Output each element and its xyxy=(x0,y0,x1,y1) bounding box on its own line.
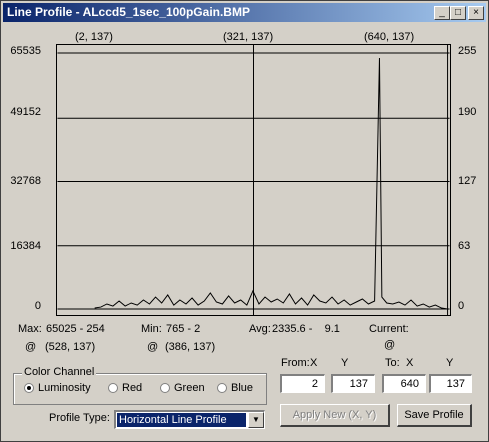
right-tick-label: 0 xyxy=(458,300,465,312)
profile-plot[interactable] xyxy=(56,44,451,316)
radio-green[interactable]: Green xyxy=(160,382,205,394)
current-at: @ xyxy=(384,339,396,351)
close-button[interactable]: × xyxy=(468,6,484,20)
right-tick-label: 190 xyxy=(458,106,477,118)
avg-label: Avg: xyxy=(249,323,271,335)
right-tick-label: 63 xyxy=(458,240,471,252)
to-y-label: Y xyxy=(446,357,454,369)
min-position: (386, 137) xyxy=(165,341,216,353)
from-label: From: xyxy=(281,357,310,369)
min-value: 765 - 2 xyxy=(166,323,201,335)
max-at: @ xyxy=(25,341,37,353)
current-label: Current: xyxy=(369,323,409,335)
left-tick-label: 0 xyxy=(34,300,41,312)
max-value: 65025 - 254 xyxy=(46,323,105,335)
min-label: Min: xyxy=(141,323,162,335)
top-label-mid: (321, 137) xyxy=(223,31,274,43)
minimize-button[interactable]: _ xyxy=(434,6,450,20)
maximize-button[interactable]: □ xyxy=(450,6,466,20)
radio-luminosity[interactable]: Luminosity xyxy=(24,382,91,394)
color-channel-title: Color Channel xyxy=(22,366,97,378)
apply-new-xy-button[interactable]: Apply New (X, Y) xyxy=(280,404,390,427)
color-channel-group: Color Channel Luminosity Red Green Blue xyxy=(13,366,267,405)
radio-blue-indicator[interactable] xyxy=(217,383,227,393)
top-label-end: (640, 137) xyxy=(364,31,415,43)
profile-series-line xyxy=(94,57,448,310)
from-y-input[interactable]: 137 xyxy=(331,374,375,393)
to-x-label: X xyxy=(406,357,414,369)
radio-red[interactable]: Red xyxy=(108,382,142,394)
radio-red-label: Red xyxy=(122,382,143,394)
avg-value: 2335.6 - 9.1 xyxy=(272,323,340,335)
left-tick-label: 49152 xyxy=(10,106,41,118)
max-position: (528, 137) xyxy=(45,341,96,353)
from-y-label: Y xyxy=(341,357,349,369)
radio-luminosity-indicator[interactable] xyxy=(24,383,34,393)
radio-blue-label: Blue xyxy=(231,382,254,394)
max-label: Max: xyxy=(18,323,42,335)
radio-green-label: Green xyxy=(174,382,205,394)
window-title: Line Profile - ALccd5_1sec_100pGain.BMP xyxy=(7,5,250,19)
left-tick-label: 65535 xyxy=(10,45,41,57)
right-tick-label: 127 xyxy=(458,175,477,187)
left-tick-label: 32768 xyxy=(10,175,41,187)
to-x-input[interactable]: 640 xyxy=(382,374,426,393)
radio-green-indicator[interactable] xyxy=(160,383,170,393)
profile-type-select[interactable]: Horizontal Line Profile ▼ xyxy=(114,410,265,429)
line-profile-window: Line Profile - ALccd5_1sec_100pGain.BMP … xyxy=(0,0,489,442)
title-bar[interactable]: Line Profile - ALccd5_1sec_100pGain.BMP … xyxy=(3,3,486,22)
right-tick-label: 255 xyxy=(458,45,477,57)
radio-blue[interactable]: Blue xyxy=(217,382,253,394)
profile-type-value: Horizontal Line Profile xyxy=(117,413,246,427)
chevron-down-icon[interactable]: ▼ xyxy=(248,412,264,428)
to-y-input[interactable]: 137 xyxy=(429,374,472,393)
radio-luminosity-label: Luminosity xyxy=(38,382,91,394)
save-profile-button[interactable]: Save Profile xyxy=(397,404,472,427)
top-label-start: (2, 137) xyxy=(75,31,113,43)
min-at: @ xyxy=(147,341,159,353)
radio-red-indicator[interactable] xyxy=(108,383,118,393)
profile-type-label: Profile Type: xyxy=(49,412,110,424)
from-x-label: X xyxy=(310,357,318,369)
to-label: To: xyxy=(385,357,400,369)
left-tick-label: 16384 xyxy=(10,240,41,252)
from-x-input[interactable]: 2 xyxy=(280,374,325,393)
